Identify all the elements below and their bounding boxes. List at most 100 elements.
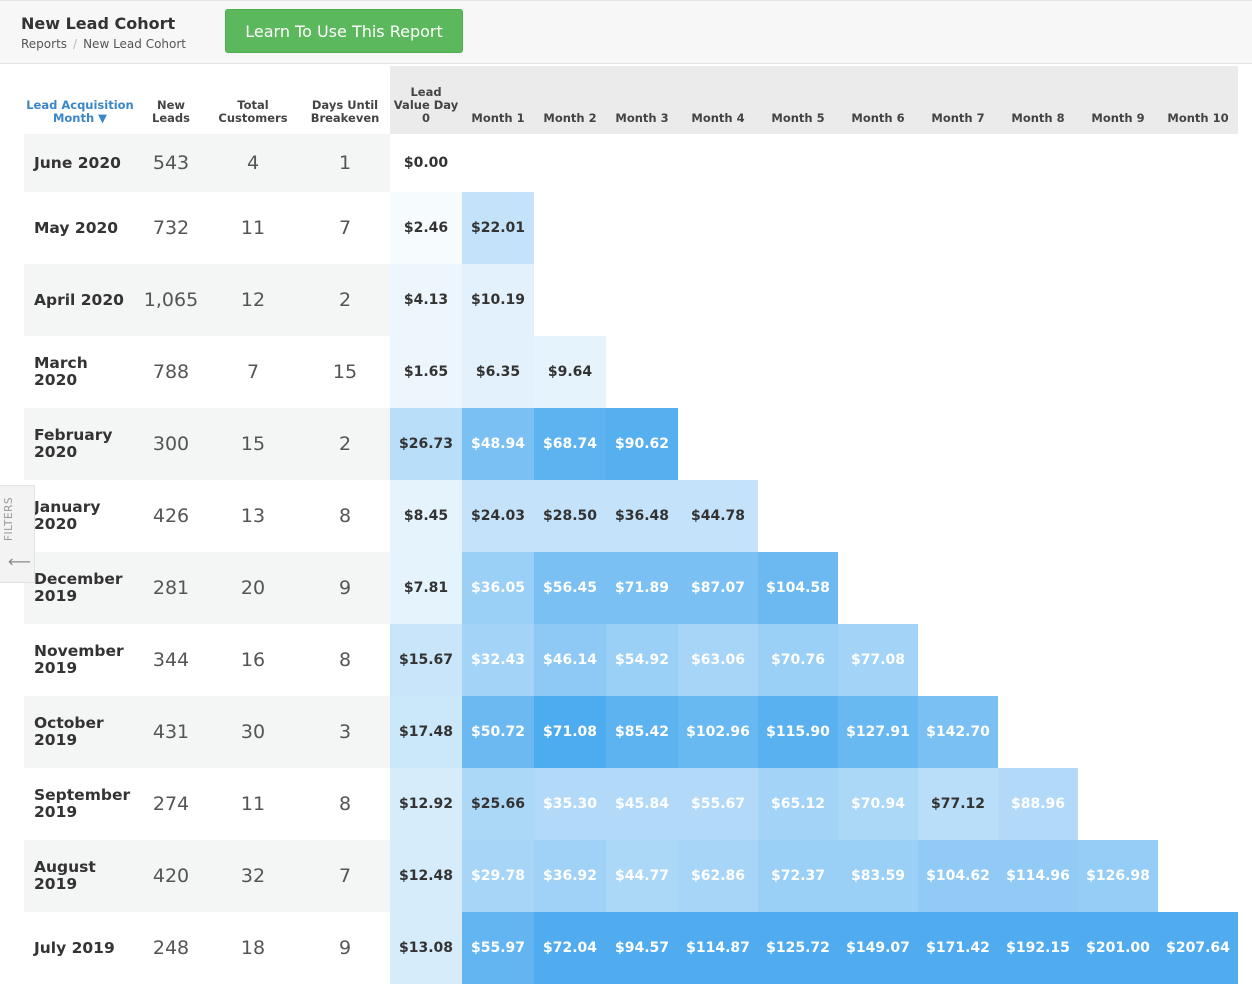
month-value: $50.72 [462, 696, 534, 768]
column-header-0[interactable]: Lead Acquisition Month ▼ [24, 66, 136, 134]
cohort-month: September 2019 [34, 786, 131, 821]
month-value: $10.19 [462, 264, 534, 336]
empty-cell [758, 134, 838, 192]
learn-report-button[interactable]: Learn To Use This Report [225, 9, 463, 53]
month-value: $71.89 [606, 552, 678, 624]
empty-cell [838, 134, 918, 192]
table-row: December 2019 281 20 9 $7.81 $36.05 $56.45 $71.… [24, 552, 1238, 624]
empty-cell [758, 408, 838, 480]
cohort-month: July 2019 [34, 938, 115, 957]
empty-cell [1078, 264, 1158, 336]
empty-cell [838, 552, 918, 624]
column-header-3: Days Until Breakeven [310, 98, 380, 125]
empty-cell [1078, 408, 1158, 480]
lead-value-day0: $1.65 [390, 336, 462, 408]
month-value: $29.78 [462, 840, 534, 912]
breadcrumb-reports[interactable]: Reports [21, 37, 67, 51]
month-value: $102.96 [678, 696, 758, 768]
empty-cell [838, 264, 918, 336]
column-header-2: Total Customers [218, 98, 288, 125]
month-value: $65.12 [758, 768, 838, 840]
empty-cell [606, 134, 678, 192]
days-until-breakeven: 7 [338, 217, 352, 239]
table-header-row: Lead Acquisition Month ▼ New Leads Total C… [24, 66, 1238, 134]
empty-cell [998, 480, 1078, 552]
empty-cell [998, 336, 1078, 408]
total-customers: 11 [240, 217, 266, 239]
month-value: $114.96 [998, 840, 1078, 912]
cohort-month: March 2020 [34, 354, 88, 389]
empty-cell [998, 408, 1078, 480]
month-value: $48.94 [462, 408, 534, 480]
empty-cell [462, 134, 534, 192]
new-leads: 300 [136, 408, 206, 480]
month-value: $68.74 [534, 408, 606, 480]
empty-cell [1078, 336, 1158, 408]
column-header-8: Month 4 [678, 66, 758, 134]
filters-label: FILTERS [3, 496, 15, 541]
empty-cell [1158, 192, 1238, 264]
empty-cell [534, 134, 606, 192]
new-leads: 420 [136, 840, 206, 912]
column-header-1: New Leads [152, 98, 190, 125]
month-value: $207.64 [1158, 912, 1238, 984]
cohort-month: February 2020 [24, 408, 136, 480]
empty-cell [1158, 408, 1238, 480]
empty-cell [1078, 480, 1158, 552]
table-row: July 2019 248 18 9 $13.08 $55.97 $72.04 $94.57 $… [24, 912, 1238, 984]
empty-cell [918, 192, 998, 264]
page-title: New Lead Cohort [21, 14, 176, 33]
month-value: $36.48 [606, 480, 678, 552]
days-until-breakeven: 1 [300, 134, 390, 192]
month-value: $24.03 [462, 480, 534, 552]
month-value: $125.72 [758, 912, 838, 984]
empty-cell [758, 336, 838, 408]
month-value: $56.45 [534, 552, 606, 624]
month-value: $9.64 [534, 336, 606, 408]
column-header-13: Month 9 [1078, 66, 1158, 134]
lead-value-day0: $17.48 [390, 696, 462, 768]
cohort-table: Lead Acquisition Month ▼ New Leads Total C… [24, 66, 1238, 984]
empty-cell [606, 336, 678, 408]
empty-cell [838, 336, 918, 408]
days-until-breakeven: 2 [300, 408, 390, 480]
empty-cell [678, 408, 758, 480]
month-value: $28.50 [534, 480, 606, 552]
empty-cell [998, 192, 1078, 264]
month-value: $70.94 [838, 768, 918, 840]
lead-value-day0: $2.46 [390, 192, 462, 264]
total-customers: 12 [206, 264, 300, 336]
empty-cell [758, 480, 838, 552]
month-value: $85.42 [606, 696, 678, 768]
table-row: April 2020 1,065 12 2 $4.13 $10.19 [24, 264, 1238, 336]
total-customers: 20 [206, 552, 300, 624]
empty-cell [1158, 264, 1238, 336]
month-value: $104.62 [918, 840, 998, 912]
lead-value-day0: $4.13 [390, 264, 462, 336]
month-value: $72.04 [534, 912, 606, 984]
arrow-left-icon: ⟵ [8, 552, 31, 571]
column-header-6: Month 2 [534, 66, 606, 134]
column-header-12: Month 8 [998, 66, 1078, 134]
column-header-14: Month 10 [1158, 66, 1238, 134]
new-leads: 788 [152, 361, 190, 383]
lead-value-day0: $13.08 [390, 912, 462, 984]
month-value: $83.59 [838, 840, 918, 912]
cohort-month: April 2020 [24, 264, 136, 336]
month-value: $171.42 [918, 912, 998, 984]
empty-cell [1158, 480, 1238, 552]
cohort-month: January 2020 [34, 498, 101, 533]
filters-tab[interactable]: FILTERS ⟵ [0, 485, 35, 583]
new-leads: 426 [152, 505, 190, 527]
month-value: $22.01 [462, 192, 534, 264]
lead-value-day0: $0.00 [390, 134, 462, 192]
days-until-breakeven: 7 [300, 840, 390, 912]
cohort-month: June 2020 [24, 134, 136, 192]
lead-value-day0: $12.92 [390, 768, 462, 840]
empty-cell [1158, 624, 1238, 696]
new-leads: 1,065 [136, 264, 206, 336]
empty-cell [534, 264, 606, 336]
days-until-breakeven: 9 [300, 552, 390, 624]
month-value: $6.35 [462, 336, 534, 408]
table-row: September 2019 274 11 8 $12.92 $25.66 $35.30 $4… [24, 768, 1238, 840]
